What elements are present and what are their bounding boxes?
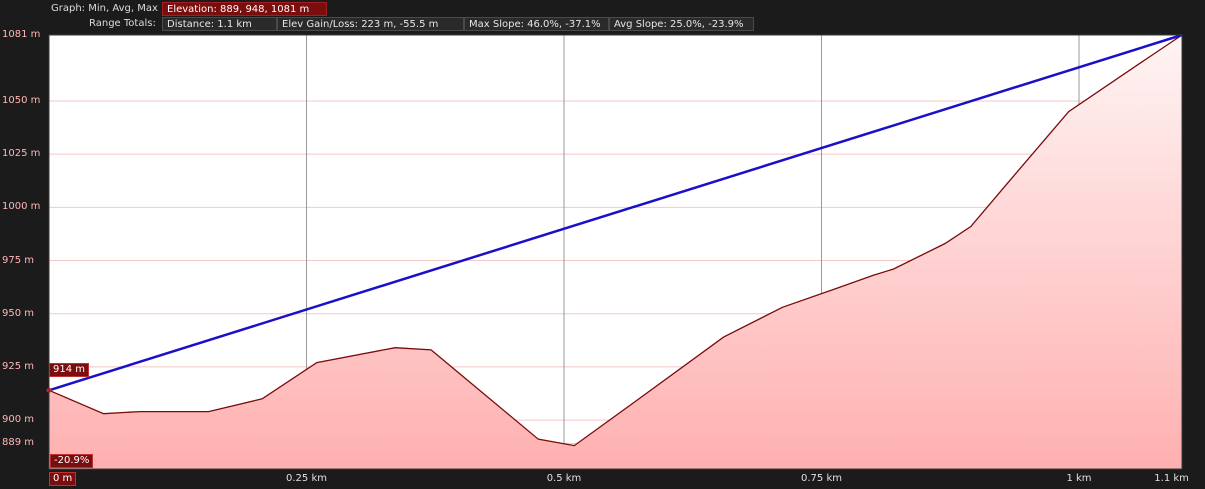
y-tick-label: 950 m — [2, 307, 35, 319]
y-tick-label: 975 m — [2, 254, 35, 266]
x-tick-label: 1 km — [1066, 473, 1092, 484]
start-elevation-tag: 914 m — [49, 363, 90, 377]
y-tick-label: 1081 m — [2, 29, 41, 40]
y-tick-label: 1050 m — [2, 94, 41, 106]
y-tick-label: 889 m — [2, 437, 35, 449]
y-tick-label: 925 m — [2, 360, 35, 372]
slope-percent-tag: -20.9% — [50, 454, 94, 468]
elevation-profile-chart[interactable] — [0, 0, 1205, 489]
y-tick-label: 900 m — [2, 414, 35, 426]
range-start-tag: 0 m — [49, 472, 77, 486]
x-tick-label: 0.75 km — [801, 473, 842, 484]
x-tick-label: 0.25 km — [286, 473, 327, 484]
x-tick-label: 1.1 km — [1154, 473, 1189, 484]
x-tick-label: 0.5 km — [546, 473, 582, 484]
y-tick-label: 1025 m — [2, 148, 41, 160]
y-tick-label: 1000 m — [2, 201, 41, 213]
